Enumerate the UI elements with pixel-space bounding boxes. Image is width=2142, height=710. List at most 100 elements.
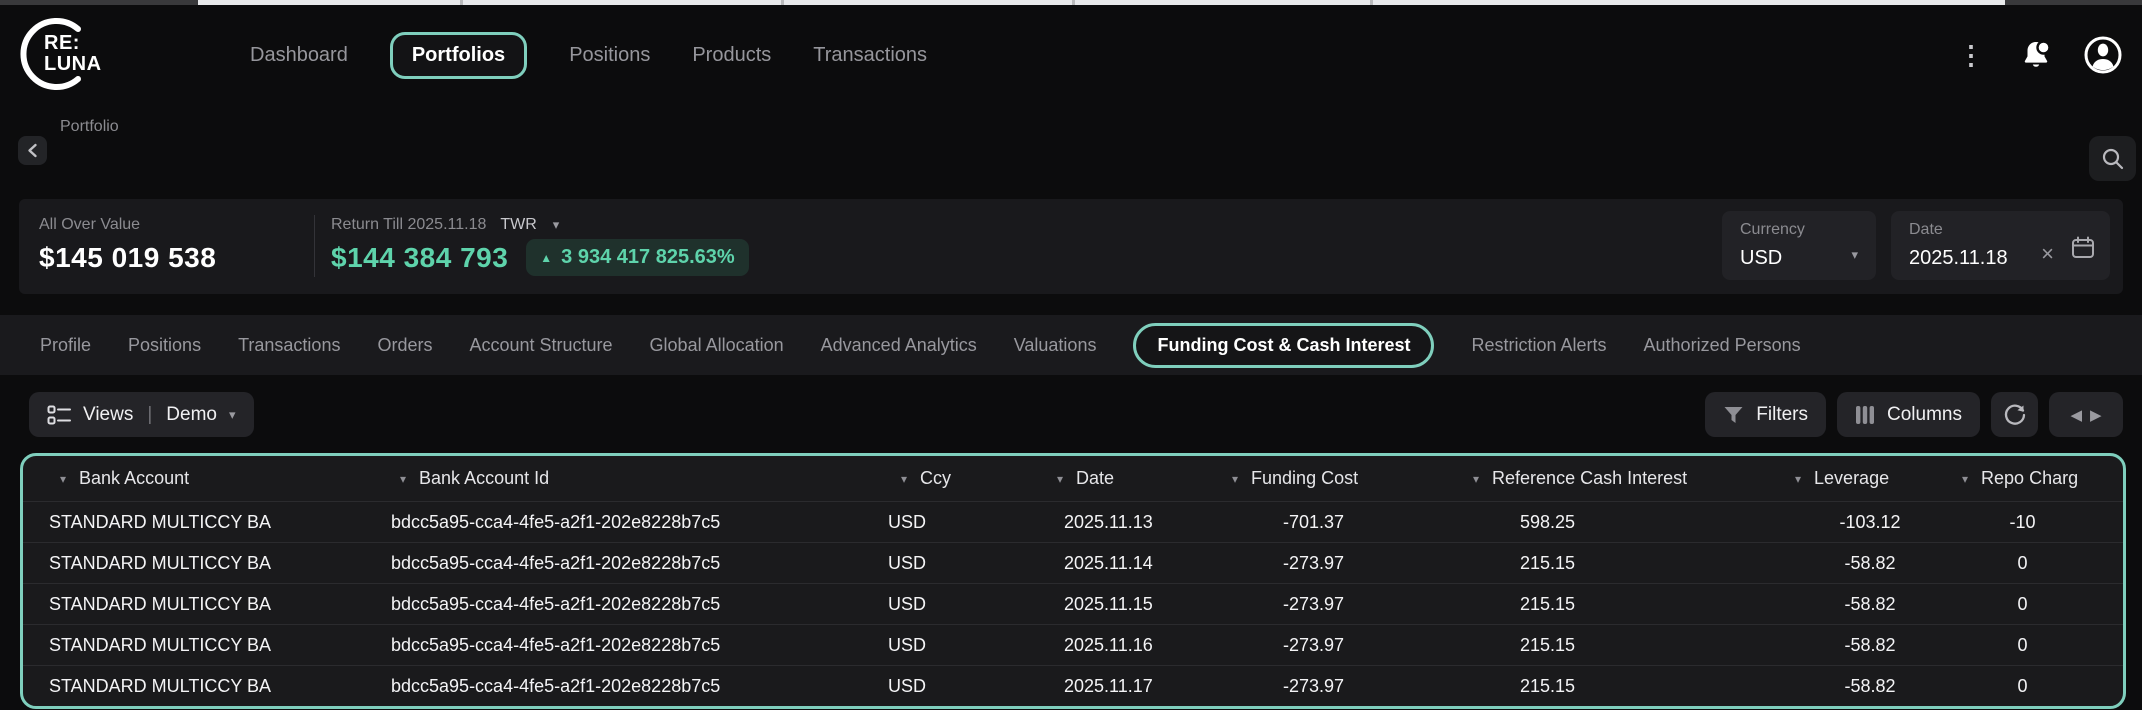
- column-header-repo-charg[interactable]: ▾ Repo Charg: [1952, 468, 2123, 489]
- column-header-bank-account[interactable]: ▾Bank Account: [23, 468, 385, 489]
- table-cell: bdcc5a95-cca4-4fe5-a2f1-202e8228b7c5: [385, 553, 875, 574]
- logo[interactable]: RE: LUNA: [16, 15, 136, 95]
- column-header-label: Leverage: [1814, 468, 1889, 489]
- table-cell: 0: [1952, 553, 2123, 574]
- table-cell: 2025.11.16: [1040, 635, 1225, 656]
- tab-orders[interactable]: Orders: [377, 335, 432, 356]
- filters-button[interactable]: Filters: [1705, 392, 1826, 437]
- tab-authorized-persons[interactable]: Authorized Persons: [1644, 335, 1801, 356]
- triangle-up-icon: ▲: [540, 251, 552, 265]
- columns-label: Columns: [1887, 404, 1962, 426]
- tab-advanced-analytics[interactable]: Advanced Analytics: [821, 335, 977, 356]
- table-cell: 215.15: [1462, 635, 1788, 656]
- table-row[interactable]: STANDARD MULTICCY BAbdcc5a95-cca4-4fe5-a…: [23, 501, 2123, 542]
- table-header-row: ▾Bank Account▾Bank Account Id▾Ccy▾Date▾F…: [23, 456, 2123, 501]
- chevron-down-icon: ▾: [229, 407, 236, 423]
- tab-positions[interactable]: Positions: [128, 335, 201, 356]
- table-cell: 0: [1952, 635, 2123, 656]
- pager-buttons[interactable]: ◀ ▶: [2049, 392, 2123, 437]
- table-row[interactable]: STANDARD MULTICCY BAbdcc5a95-cca4-4fe5-a…: [23, 624, 2123, 665]
- chevron-down-icon: ▾: [1851, 247, 1858, 263]
- column-header-leverage[interactable]: ▾ Leverage: [1788, 468, 1952, 489]
- breadcrumb: Portfolio: [60, 118, 119, 136]
- table-cell: -273.97: [1225, 594, 1462, 615]
- return-value: $144 384 793: [331, 242, 508, 274]
- bell-icon[interactable]: [2016, 35, 2056, 75]
- column-header-label: Bank Account Id: [419, 468, 549, 489]
- column-header-ccy[interactable]: ▾Ccy: [875, 468, 1040, 489]
- chevron-down-icon[interactable]: ▾: [60, 472, 66, 486]
- column-header-reference-cash-interest[interactable]: ▾ Reference Cash Interest: [1462, 468, 1788, 489]
- chevron-down-icon[interactable]: ▾: [1795, 472, 1801, 486]
- table-cell: 598.25: [1462, 512, 1788, 533]
- currency-label: Currency: [1740, 221, 1805, 239]
- table-cell: 2025.11.15: [1040, 594, 1225, 615]
- column-header-funding-cost[interactable]: ▾Funding Cost: [1225, 468, 1462, 489]
- date-value: 2025.11.18: [1909, 247, 2008, 270]
- search-button[interactable]: [2089, 136, 2136, 181]
- tab-restriction-alerts[interactable]: Restriction Alerts: [1471, 335, 1606, 356]
- tab-funding-cost-cash-interest[interactable]: Funding Cost & Cash Interest: [1133, 323, 1434, 368]
- table-cell: -273.97: [1225, 635, 1462, 656]
- all-over-value: $145 019 538: [39, 242, 216, 274]
- table-row[interactable]: STANDARD MULTICCY BAbdcc5a95-cca4-4fe5-a…: [23, 542, 2123, 583]
- table-cell: -58.82: [1788, 635, 1952, 656]
- table-cell: USD: [875, 635, 1040, 656]
- date-picker[interactable]: Date 2025.11.18 ×: [1891, 211, 2110, 280]
- nav-right: ⋮: [1952, 5, 2124, 105]
- table-cell: STANDARD MULTICCY BA: [23, 594, 385, 615]
- return-percent-badge: ▲ 3 934 417 825.63%: [526, 239, 748, 276]
- chevron-down-icon[interactable]: ▾: [901, 472, 907, 486]
- back-button[interactable]: [18, 136, 47, 165]
- tab-profile[interactable]: Profile: [40, 335, 91, 356]
- table-cell: USD: [875, 676, 1040, 697]
- views-dropdown[interactable]: Views | Demo ▾: [29, 392, 254, 437]
- nav-item-products[interactable]: Products: [692, 44, 771, 67]
- return-block: Return Till 2025.11.18 TWR ▾ $144 384 79…: [331, 216, 749, 276]
- columns-button[interactable]: Columns: [1837, 392, 1980, 437]
- calendar-icon[interactable]: [2070, 235, 2096, 261]
- nav-item-transactions[interactable]: Transactions: [813, 44, 927, 67]
- views-separator: |: [147, 404, 152, 426]
- table-cell: -58.82: [1788, 676, 1952, 697]
- avatar-icon[interactable]: [2082, 34, 2124, 76]
- nav-item-dashboard[interactable]: Dashboard: [250, 44, 348, 67]
- table-cell: -103.12: [1788, 512, 1952, 533]
- return-mode-dropdown[interactable]: TWR ▾: [500, 216, 559, 234]
- table-row[interactable]: STANDARD MULTICCY BAbdcc5a95-cca4-4fe5-a…: [23, 583, 2123, 624]
- chevron-down-icon[interactable]: ▾: [1232, 472, 1238, 486]
- main-nav: Dashboard Portfolios Positions Products Tran…: [250, 5, 927, 105]
- tab-valuations[interactable]: Valuations: [1014, 335, 1097, 356]
- currency-value: USD: [1740, 247, 1782, 270]
- table-cell: bdcc5a95-cca4-4fe5-a2f1-202e8228b7c5: [385, 635, 875, 656]
- column-header-label: Reference Cash Interest: [1492, 468, 1687, 489]
- toolbar-right: Filters Columns ◀ ▶: [1705, 392, 2123, 437]
- nav-item-portfolios[interactable]: Portfolios: [390, 32, 527, 79]
- arrow-right-icon[interactable]: ▶: [2090, 406, 2102, 424]
- arrow-left-icon[interactable]: ◀: [2070, 406, 2082, 424]
- column-header-date[interactable]: ▾ Date: [1040, 468, 1225, 489]
- table-cell: STANDARD MULTICCY BA: [23, 676, 385, 697]
- table-toolbar: Views | Demo ▾ Filters Columns: [0, 392, 2142, 437]
- table-cell: 2025.11.14: [1040, 553, 1225, 574]
- currency-select[interactable]: Currency USD ▾: [1722, 211, 1876, 280]
- chevron-down-icon[interactable]: ▾: [1473, 472, 1479, 486]
- tab-transactions[interactable]: Transactions: [238, 335, 340, 356]
- chevron-down-icon[interactable]: ▾: [1962, 472, 1968, 486]
- tab-account-structure[interactable]: Account Structure: [469, 335, 612, 356]
- column-header-label: Date: [1076, 468, 1114, 489]
- return-mode-value: TWR: [500, 216, 536, 234]
- kebab-menu-icon[interactable]: ⋮: [1952, 42, 1990, 68]
- tab-global-allocation[interactable]: Global Allocation: [650, 335, 784, 356]
- nav-item-positions[interactable]: Positions: [569, 44, 650, 67]
- chevron-down-icon[interactable]: ▾: [400, 472, 406, 486]
- column-header-label: Repo Charg: [1981, 468, 2078, 489]
- table-row[interactable]: STANDARD MULTICCY BAbdcc5a95-cca4-4fe5-a…: [23, 665, 2123, 706]
- column-header-bank-account-id[interactable]: ▾ Bank Account Id: [385, 468, 875, 489]
- chevron-down-icon[interactable]: ▾: [1057, 472, 1063, 486]
- clear-date-icon[interactable]: ×: [2041, 241, 2054, 267]
- refresh-button[interactable]: [1991, 392, 2038, 437]
- filter-funnel-icon: [1723, 405, 1744, 425]
- table-cell: -701.37: [1225, 512, 1462, 533]
- logo-line1: RE:: [44, 33, 102, 54]
